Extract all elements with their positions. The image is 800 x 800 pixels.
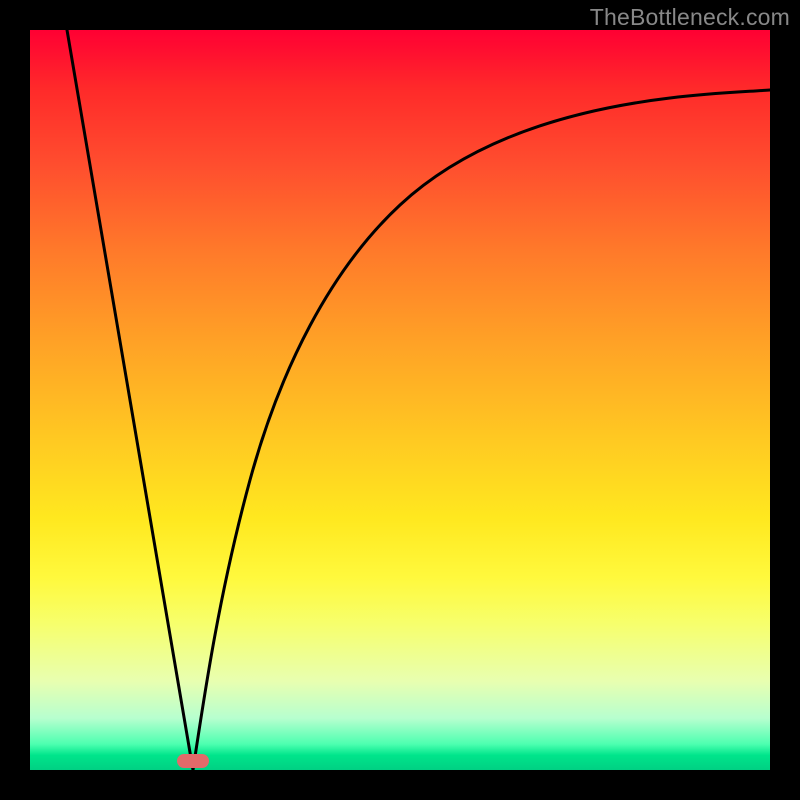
watermark-text: TheBottleneck.com	[590, 4, 790, 31]
right-curve	[193, 90, 770, 770]
left-line	[67, 30, 193, 770]
trough-marker	[177, 754, 209, 768]
chart-frame: TheBottleneck.com	[0, 0, 800, 800]
curve-svg	[30, 30, 770, 770]
plot-area	[30, 30, 770, 770]
